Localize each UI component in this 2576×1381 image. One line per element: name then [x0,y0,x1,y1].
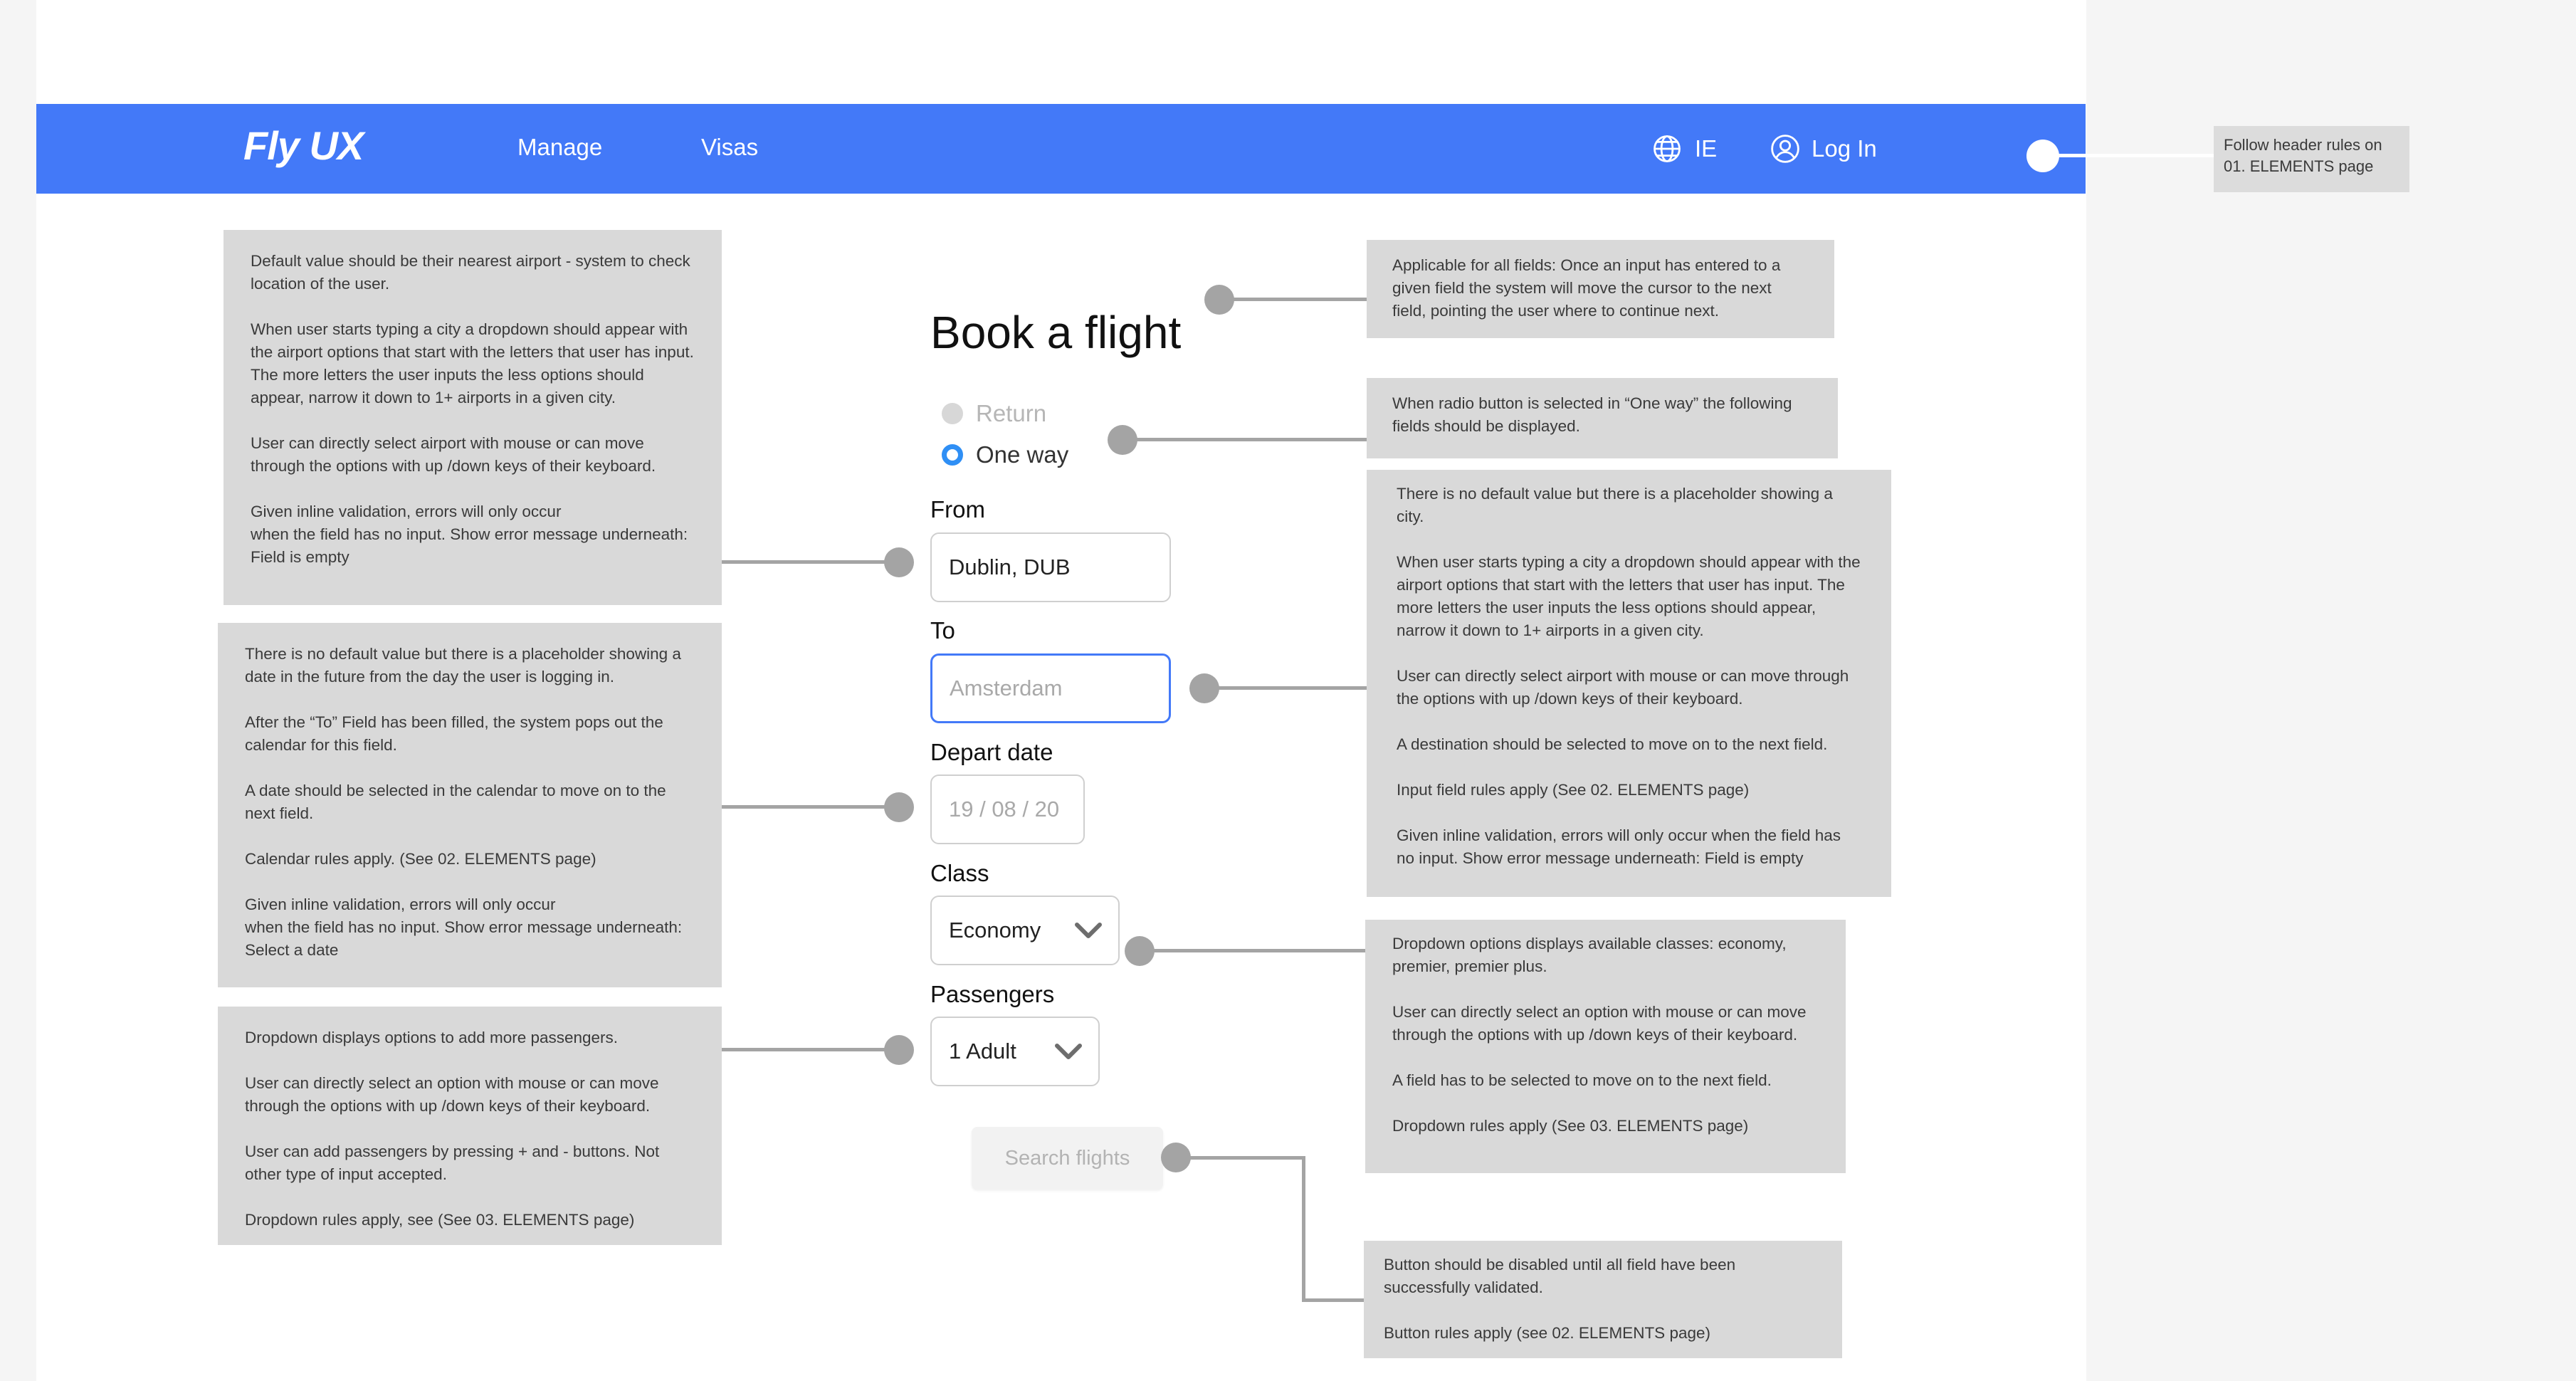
note-depart-text: Calendar rules apply. (See 02. ELEMENTS … [245,850,596,868]
annotation-dot-passengers [884,1035,914,1065]
page-title: Book a flight [930,307,1182,358]
note-depart-text: Given inline validation, errors will onl… [245,896,683,959]
note-to-text: User can directly select airport with mo… [1397,667,1849,708]
to-placeholder: Amsterdam [950,676,1063,700]
note-passengers: Dropdown displays options to add more pa… [218,1007,722,1245]
note-all-fields-text: Applicable for all fields: Once an input… [1392,256,1781,320]
depart-date-label: Depart date [930,739,1053,765]
note-to-text: Given inline validation, errors will onl… [1397,826,1841,867]
nav-manage[interactable]: Manage [517,134,602,161]
note-passengers-text: User can add passengers by pressing + an… [245,1143,660,1183]
note-all-fields: Applicable for all fields: Once an input… [1367,240,1834,338]
radio-return-label: Return [976,400,1047,426]
annotation-dot-from [884,547,914,577]
note-class: Dropdown options displays available clas… [1365,920,1846,1173]
class-label: Class [930,860,989,886]
note-radio-text: When radio button is selected in “One wa… [1392,394,1792,435]
note-depart-text: There is no default value but there is a… [245,645,681,686]
connector-class [1139,949,1365,952]
depart-date-field[interactable]: 19 / 08 / 20 [930,774,1085,844]
connector-depart [722,805,900,809]
radio-return-button[interactable] [942,403,963,424]
login-label: Log In [1812,135,1877,162]
note-search-button: Button should be disabled until all fiel… [1364,1241,1842,1358]
header-annotation-dot [2026,140,2059,172]
note-class-text: Dropdown options displays available clas… [1392,935,1787,975]
note-passengers-text: Dropdown rules apply, see (See 03. ELEME… [245,1211,635,1229]
connector-title [1219,298,1367,301]
connector-search-c [1302,1298,1364,1302]
annotation-dot-depart [884,792,914,822]
passengers-value: 1 Adult [949,1039,1016,1064]
note-depart-date: There is no default value but there is a… [218,623,722,987]
class-dropdown[interactable]: Economy [930,896,1120,965]
site-header: Fly UX Manage Visas IE Log In [36,104,2086,194]
nav-visas[interactable]: Visas [701,134,758,161]
note-button-text: Button should be disabled until all fiel… [1384,1256,1736,1296]
to-field[interactable]: Amsterdam [930,653,1171,723]
passengers-dropdown[interactable]: 1 Adult [930,1017,1100,1086]
note-button-text: Button rules apply (see 02. ELEMENTS pag… [1384,1324,1710,1342]
connector-search-b [1302,1156,1305,1302]
user-icon [1771,135,1799,163]
chevron-down-icon [1075,923,1102,938]
depart-date-placeholder: 19 / 08 / 20 [949,797,1060,821]
radio-one-way[interactable]: One way [942,441,1068,468]
note-from: Default value should be their nearest ai… [224,230,722,605]
connector-passengers [722,1048,900,1051]
note-passengers-text: Dropdown displays options to add more pa… [245,1029,619,1046]
note-class-text: A field has to be selected to move on to… [1392,1071,1772,1089]
note-to-text: There is no default value but there is a… [1397,485,1833,525]
login-link[interactable]: Log In [1770,134,1877,164]
note-passengers-text: User can directly select an option with … [245,1074,659,1115]
note-to-text: When user starts typing a city a dropdow… [1397,553,1861,639]
radio-one-way-label: One way [976,441,1069,468]
note-header-text: Follow header rules on 01. ELEMENTS page [2224,136,2382,175]
connector-to [1204,686,1367,690]
note-radio: When radio button is selected in “One wa… [1367,378,1838,458]
note-from-text: When user starts typing a city a dropdow… [251,320,694,406]
header-annotation-connector [2059,154,2214,157]
note-from-text: Given inline validation, errors will onl… [251,503,688,566]
to-label: To [930,617,955,644]
locale-selector[interactable]: IE [1652,134,1717,164]
passengers-label: Passengers [930,981,1055,1007]
search-flights-button[interactable]: Search flights [972,1127,1163,1190]
note-class-text: Dropdown rules apply (See 03. ELEMENTS p… [1392,1117,1749,1135]
note-depart-text: A date should be selected in the calenda… [245,782,666,822]
note-to-text: A destination should be selected to move… [1397,735,1828,753]
note-from-text: Default value should be their nearest ai… [251,252,690,293]
connector-from [722,560,900,564]
connector-radio [1122,438,1367,441]
globe-icon [1654,135,1681,162]
radio-return[interactable]: Return [942,400,1046,427]
note-header: Follow header rules on 01. ELEMENTS page [2214,126,2409,192]
logo[interactable]: Fly UX [243,122,364,169]
note-depart-text: After the “To” Field has been filled, th… [245,713,663,754]
from-value: Dublin, DUB [949,555,1071,579]
note-to-text: Input field rules apply (See 02. ELEMENT… [1397,781,1750,799]
radio-one-way-button[interactable] [942,444,963,466]
class-value: Economy [949,918,1041,942]
locale-label: IE [1695,135,1718,162]
chevron-down-icon [1055,1044,1082,1059]
from-label: From [930,496,985,523]
from-field[interactable]: Dublin, DUB [930,532,1171,602]
note-class-text: User can directly select an option with … [1392,1003,1807,1044]
note-to: There is no default value but there is a… [1367,470,1891,897]
note-from-text: User can directly select airport with mo… [251,434,656,475]
connector-search-a [1175,1156,1305,1160]
